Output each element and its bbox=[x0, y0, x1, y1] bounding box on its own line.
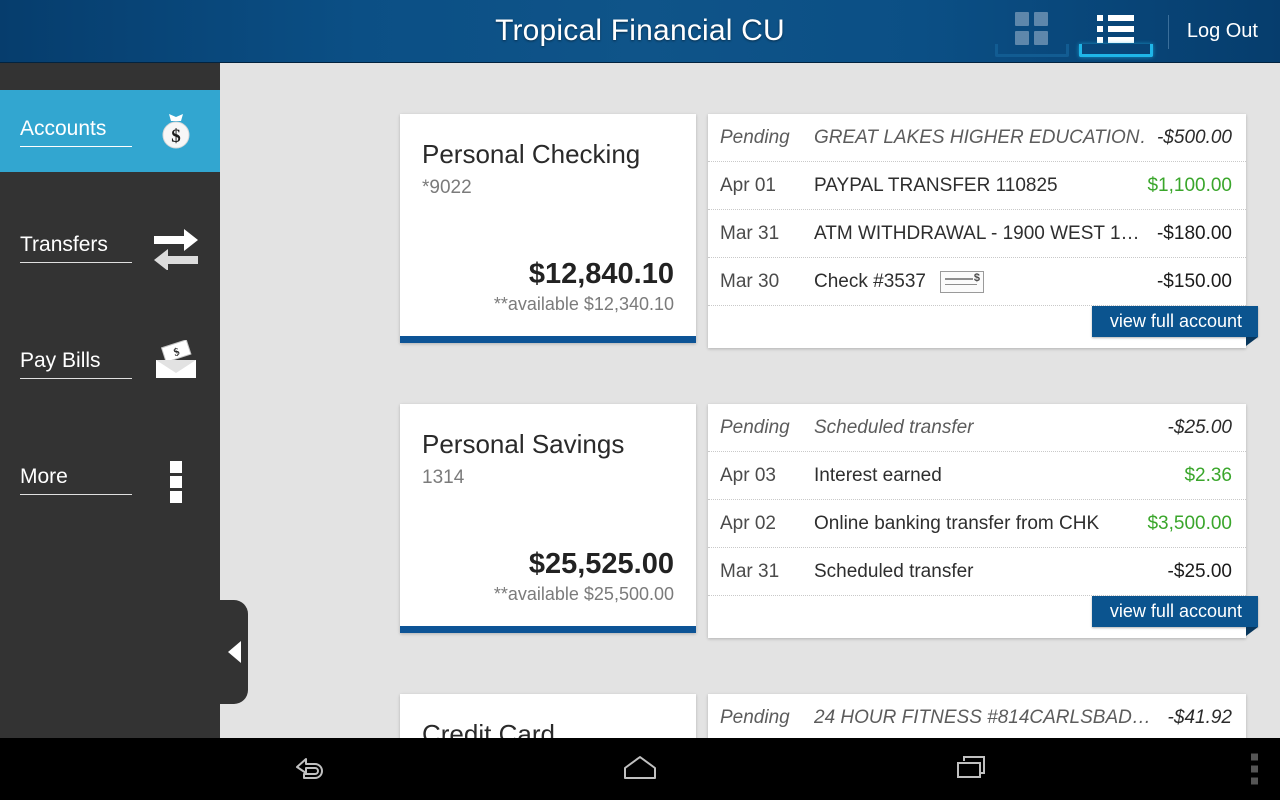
transaction-description: 24 HOUR FITNESS #814CARLSBAD… bbox=[814, 707, 1151, 728]
sidebar-item-more[interactable]: More bbox=[0, 438, 220, 520]
grid-view-icon bbox=[1015, 12, 1049, 45]
transactions-card: Pending GREAT LAKES HIGHER EDUCATION… -$… bbox=[708, 114, 1259, 348]
account-summary-card[interactable]: Personal Savings 1314 $25,525.00 **avail… bbox=[400, 404, 696, 633]
transaction-amount: -$25.00 bbox=[1167, 416, 1232, 438]
table-row[interactable]: Mar 31 Scheduled transfer -$25.00 bbox=[708, 548, 1246, 596]
list-view-toggle[interactable] bbox=[1074, 0, 1158, 63]
transactions-card: Pending 24 HOUR FITNESS #814CARLSBAD… -$… bbox=[708, 694, 1246, 738]
sidebar-item-accounts[interactable]: Accounts $ bbox=[0, 90, 220, 172]
transaction-description: ATM WITHDRAWAL - 1900 WEST 1… bbox=[814, 222, 1140, 244]
list-view-icon bbox=[1097, 14, 1135, 43]
grid-view-underline bbox=[994, 44, 1069, 57]
transaction-amount: -$500.00 bbox=[1156, 126, 1232, 148]
view-full-account-button[interactable]: view full account bbox=[1091, 596, 1259, 636]
table-row[interactable]: Pending GREAT LAKES HIGHER EDUCATION… -$… bbox=[708, 114, 1246, 162]
table-row[interactable]: Pending 24 HOUR FITNESS #814CARLSBAD… -$… bbox=[708, 694, 1246, 738]
transaction-amount: -$25.00 bbox=[1167, 560, 1232, 582]
ribbon-area: view full account bbox=[708, 306, 1259, 348]
sidebar-item-label: More bbox=[20, 464, 132, 495]
chevron-left-icon bbox=[227, 641, 241, 663]
table-row[interactable]: Mar 31 ATM WITHDRAWAL - 1900 WEST 1… -$1… bbox=[708, 210, 1246, 258]
header-actions: Log Out bbox=[990, 0, 1280, 63]
view-full-account-button[interactable]: view full account bbox=[1091, 306, 1259, 346]
account-name: Personal Savings bbox=[422, 429, 625, 459]
transaction-date: Pending bbox=[720, 416, 790, 438]
transaction-description: Online banking transfer from CHK bbox=[814, 512, 1100, 534]
transactions-card: Pending Scheduled transfer -$25.00 Apr 0… bbox=[708, 404, 1259, 638]
transaction-description: Scheduled transfer bbox=[814, 560, 974, 582]
transaction-date: Apr 02 bbox=[720, 512, 776, 534]
app-root: Tropical Financial CU Log Out Personal C… bbox=[0, 0, 1280, 800]
account-number: *9022 bbox=[422, 177, 472, 198]
drawer-collapse-handle[interactable] bbox=[220, 600, 248, 704]
sidebar-item-pay-bills[interactable]: Pay Bills $ bbox=[0, 322, 220, 404]
transaction-description-text: Check #3537 bbox=[814, 270, 926, 292]
account-row: Credit Card Pending 24 HOUR FITNESS #814… bbox=[220, 694, 1280, 738]
table-row[interactable]: Apr 02 Online banking transfer from CHK … bbox=[708, 500, 1246, 548]
overflow-dots-icon bbox=[150, 453, 202, 505]
list-view-underline bbox=[1078, 44, 1153, 57]
money-bag-icon: $ bbox=[150, 105, 202, 157]
transaction-description: Scheduled transfer bbox=[814, 416, 974, 438]
logout-button[interactable]: Log Out bbox=[1173, 0, 1280, 63]
account-name: Personal Checking bbox=[422, 139, 641, 169]
app-header: Tropical Financial CU Log Out bbox=[0, 0, 1280, 63]
account-available-balance: **available $25,500.00 bbox=[493, 584, 674, 604]
sidebar-item-transfers[interactable]: Transfers bbox=[0, 206, 220, 288]
account-row: Personal Checking *9022 $12,840.10 **ava… bbox=[220, 114, 1280, 350]
svg-text:$: $ bbox=[171, 126, 181, 147]
transaction-description: GREAT LAKES HIGHER EDUCATION… bbox=[814, 126, 1147, 148]
transaction-amount: -$41.92 bbox=[1167, 707, 1232, 728]
envelope-money-icon: $ bbox=[150, 337, 202, 389]
transaction-date: Mar 30 bbox=[720, 270, 780, 292]
transaction-amount: $3,500.00 bbox=[1147, 512, 1232, 534]
home-icon[interactable] bbox=[618, 752, 662, 787]
header-divider bbox=[1167, 14, 1169, 49]
account-number: 1314 bbox=[422, 467, 465, 488]
navigation-drawer: Accounts $ Transfers Pay Bills $ More bbox=[0, 63, 220, 738]
ribbon-area: view full account bbox=[708, 596, 1259, 638]
transaction-date: Apr 03 bbox=[720, 464, 776, 486]
check-image-icon[interactable]: $ bbox=[939, 270, 984, 293]
account-name: Credit Card bbox=[422, 719, 555, 738]
transaction-date: Mar 31 bbox=[720, 560, 780, 582]
transaction-amount: -$150.00 bbox=[1156, 270, 1232, 292]
table-row[interactable]: Apr 01 PAYPAL TRANSFER 110825 $1,100.00 bbox=[708, 162, 1246, 210]
system-navigation-bar bbox=[0, 738, 1280, 800]
account-balance: $25,525.00 bbox=[528, 548, 674, 580]
transaction-description: Interest earned bbox=[814, 464, 942, 486]
transaction-date: Apr 01 bbox=[720, 174, 776, 196]
account-available-balance: **available $12,340.10 bbox=[493, 294, 674, 314]
back-arrow-icon[interactable] bbox=[288, 752, 328, 787]
table-row[interactable]: Apr 03 Interest earned $2.36 bbox=[708, 452, 1246, 500]
drawer-top-spacer bbox=[0, 63, 220, 90]
sidebar-item-label: Transfers bbox=[20, 232, 132, 263]
transfer-arrows-icon bbox=[150, 221, 202, 273]
transaction-date: Mar 31 bbox=[720, 222, 780, 244]
sidebar-item-label: Pay Bills bbox=[20, 348, 132, 379]
transaction-date: Pending bbox=[720, 126, 790, 148]
recent-apps-icon[interactable] bbox=[952, 752, 992, 787]
sidebar-item-label: Accounts bbox=[20, 116, 132, 147]
accounts-list[interactable]: Personal Checking *9022 $12,840.10 **ava… bbox=[220, 63, 1280, 738]
account-summary-card[interactable]: Personal Checking *9022 $12,840.10 **ava… bbox=[400, 114, 696, 343]
account-summary-card[interactable]: Credit Card bbox=[400, 694, 696, 738]
account-row: Personal Savings 1314 $25,525.00 **avail… bbox=[220, 404, 1280, 640]
overflow-dots-icon[interactable] bbox=[1251, 753, 1258, 785]
account-balance: $12,840.10 bbox=[528, 258, 674, 290]
transaction-date: Pending bbox=[720, 707, 790, 728]
table-row[interactable]: Pending Scheduled transfer -$25.00 bbox=[708, 404, 1246, 452]
transaction-description: PAYPAL TRANSFER 110825 bbox=[814, 174, 1058, 196]
transaction-amount: -$180.00 bbox=[1156, 222, 1232, 244]
transaction-amount: $2.36 bbox=[1184, 464, 1232, 486]
transaction-amount: $1,100.00 bbox=[1147, 174, 1232, 196]
table-row[interactable]: Mar 30 Check #3537 $ -$150.00 bbox=[708, 258, 1246, 306]
transaction-description: Check #3537 $ bbox=[814, 270, 1147, 293]
grid-view-toggle[interactable] bbox=[990, 0, 1074, 63]
